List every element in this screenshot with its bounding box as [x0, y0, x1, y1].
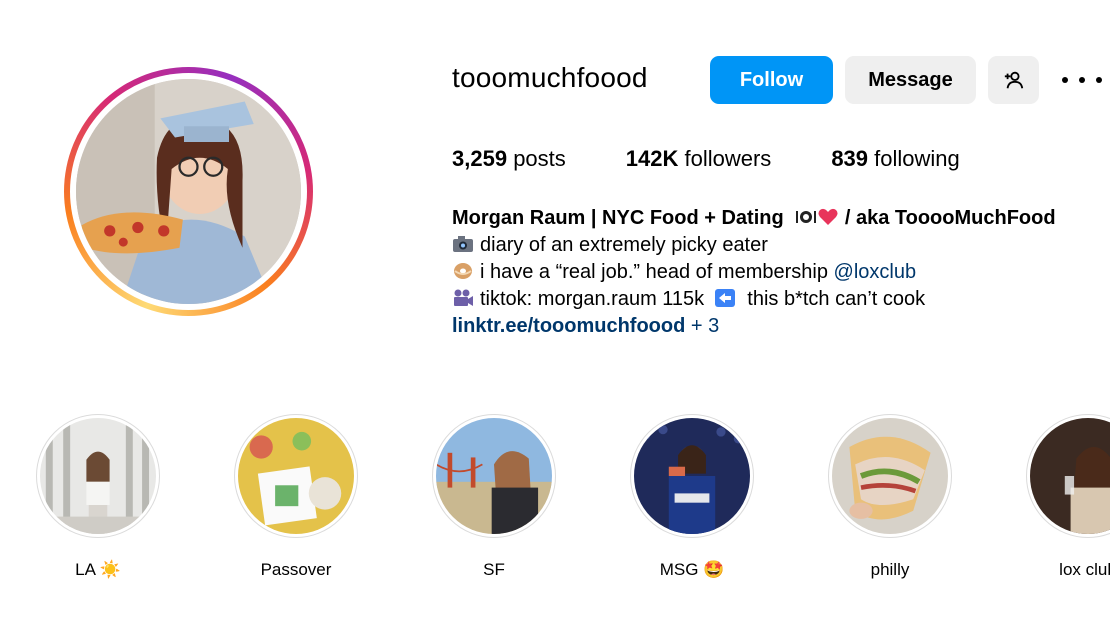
- highlight-ring: [234, 414, 358, 538]
- bio-name-suffix: / aka TooooMuchFood: [844, 207, 1056, 229]
- highlight-label: lox club: [1059, 560, 1110, 579]
- highlight-label: LA ☀️: [75, 560, 121, 579]
- profile-username: tooomuchfoood: [452, 62, 648, 93]
- following-stat[interactable]: 839 following: [831, 146, 959, 172]
- message-button[interactable]: Message: [845, 56, 976, 104]
- following-label: following: [874, 146, 960, 171]
- highlight-label: SF: [483, 560, 505, 579]
- posts-label: posts: [513, 146, 566, 171]
- bio-external-link[interactable]: linktr.ee/tooomuchfoood: [452, 315, 685, 337]
- highlight-cover: [238, 418, 354, 534]
- video-camera-emoji-icon: [452, 288, 474, 308]
- story-highlights: LA ☀️ Passover SF MSG 🤩 philly lox clu: [36, 414, 1110, 594]
- bagel-emoji-icon: [452, 261, 474, 281]
- bio-line-3-text: tiktok: morgan.raum 115k: [480, 288, 710, 310]
- add-user-icon: [1004, 71, 1023, 89]
- highlight-cover: [40, 418, 156, 534]
- highlight-passover[interactable]: Passover: [234, 414, 358, 580]
- profile-stats: 3,259 posts 142K followers 839 following: [452, 146, 1020, 172]
- bio-line-2-text: i have a “real job.” head of membership: [480, 261, 834, 283]
- heart-emoji-icon: [817, 207, 839, 227]
- highlight-philly[interactable]: philly: [828, 414, 952, 580]
- more-dot: [1096, 77, 1102, 83]
- bio-line-1: diary of an extremely picky eater: [452, 232, 1056, 259]
- highlight-cover: [634, 418, 750, 534]
- posts-count: 3,259: [452, 146, 508, 171]
- posts-stat: 3,259 posts: [452, 146, 566, 172]
- bio-line-3-suffix: this b*tch can’t cook: [741, 288, 926, 310]
- highlight-ring: [630, 414, 754, 538]
- bio-mention-link[interactable]: @loxclub: [834, 261, 917, 283]
- avatar-photo: [76, 79, 301, 304]
- avatar-illustration: [76, 79, 301, 304]
- plate-emoji-icon: [795, 207, 817, 227]
- bio-name-line: Morgan Raum | NYC Food + Dating / aka To…: [452, 205, 1056, 232]
- bio-line-3: tiktok: morgan.raum 115k this b*tch can’…: [452, 286, 1056, 313]
- highlight-ring: [828, 414, 952, 538]
- suggested-users-button[interactable]: [988, 56, 1039, 104]
- highlight-label: Passover: [260, 560, 332, 579]
- highlight-cover: [1030, 418, 1110, 534]
- highlight-lox-club[interactable]: lox club: [1026, 414, 1110, 580]
- bio-link-more[interactable]: + 3: [685, 315, 719, 337]
- followers-count: 142K: [625, 146, 679, 171]
- avatar-inner: [70, 73, 307, 310]
- highlight-label: philly: [870, 560, 910, 579]
- highlight-cover: [436, 418, 552, 534]
- bio-line-2: i have a “real job.” head of membership …: [452, 259, 1056, 286]
- highlight-msg[interactable]: MSG 🤩: [630, 414, 754, 580]
- highlight-la[interactable]: LA ☀️: [36, 414, 160, 580]
- highlight-cover: [832, 418, 948, 534]
- highlight-label: MSG 🤩: [659, 560, 725, 579]
- followers-label: followers: [684, 146, 772, 171]
- more-dot: [1079, 77, 1085, 83]
- highlight-sf[interactable]: SF: [432, 414, 556, 580]
- highlight-ring: [36, 414, 160, 538]
- more-options-icon[interactable]: [1062, 68, 1102, 92]
- highlight-ring: [1026, 414, 1110, 538]
- profile-bio: Morgan Raum | NYC Food + Dating / aka To…: [452, 205, 1056, 340]
- bio-line-1-text: diary of an extremely picky eater: [480, 234, 768, 256]
- following-count: 839: [831, 146, 869, 171]
- more-dot: [1062, 77, 1068, 83]
- bio-link-line: linktr.ee/tooomuchfoood + 3: [452, 313, 1056, 340]
- highlight-ring: [432, 414, 556, 538]
- camera-emoji-icon: [452, 234, 474, 254]
- bio-full-name: Morgan Raum | NYC Food + Dating: [452, 207, 784, 229]
- follow-button[interactable]: Follow: [710, 56, 833, 104]
- left-arrow-emoji-icon: [714, 288, 736, 308]
- followers-stat[interactable]: 142K followers: [626, 146, 772, 172]
- profile-avatar[interactable]: [64, 67, 313, 316]
